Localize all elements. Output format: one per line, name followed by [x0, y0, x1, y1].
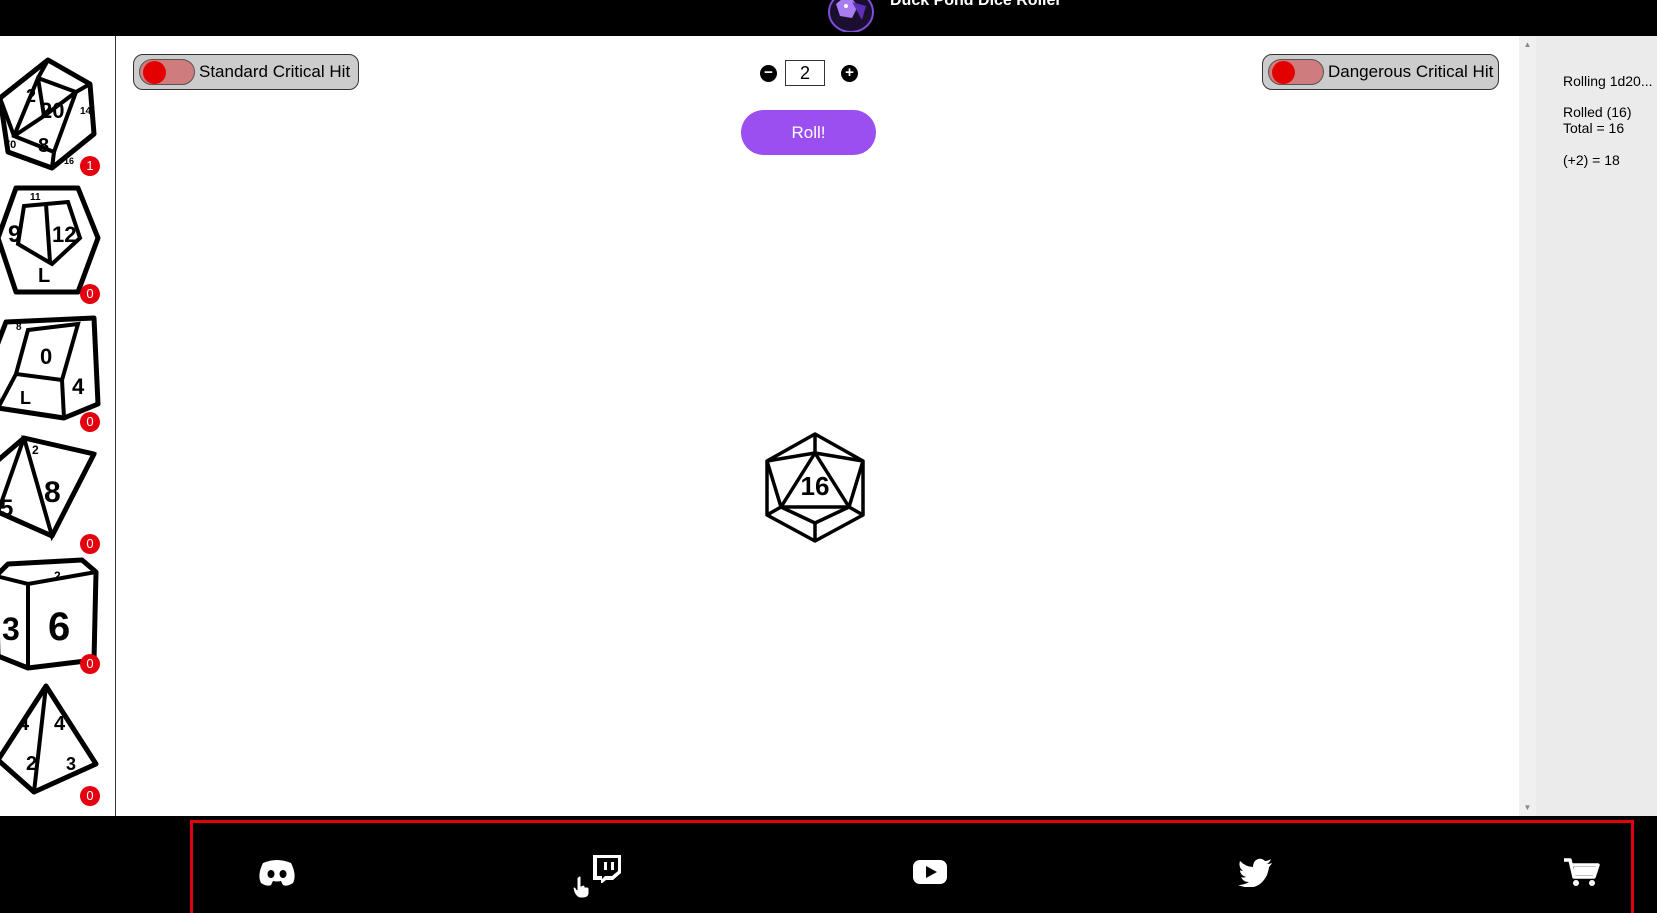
d10-count-badge: 0 [80, 412, 100, 432]
svg-text:4: 4 [72, 374, 85, 399]
log-line: Rolling 1d20... [1563, 73, 1653, 89]
d6-count-badge: 0 [80, 654, 100, 674]
d12-die-button[interactable]: 9 12 L 11 0 [0, 182, 110, 304]
svg-text:12: 12 [52, 222, 76, 247]
log-line: (+2) = 18 [1563, 152, 1620, 168]
d10-die-button[interactable]: 0 4 L 8 0 [0, 308, 110, 432]
d4-count-badge: 0 [80, 786, 100, 806]
twitch-icon[interactable] [587, 853, 627, 883]
switch-knob [143, 61, 166, 84]
hand-cursor-icon [572, 875, 590, 899]
d8-count-badge: 0 [80, 534, 100, 554]
discord-icon[interactable] [257, 857, 297, 887]
modifier-input[interactable] [785, 60, 825, 86]
svg-text:6: 6 [48, 605, 70, 649]
app-title: Duck Pond Dice Roller [890, 0, 1062, 9]
twitter-icon[interactable] [1236, 857, 1276, 887]
svg-text:8: 8 [38, 135, 49, 157]
svg-text:2: 2 [26, 86, 36, 106]
d10-icon: 0 4 L 8 [0, 315, 101, 421]
dangerous-crit-switch[interactable] [1268, 59, 1324, 85]
roll-button[interactable]: Roll! [741, 110, 876, 155]
scroll-up-arrow-icon[interactable]: ▲ [1519, 36, 1536, 53]
duck-wizard-logo [828, 0, 874, 32]
svg-text:16: 16 [64, 156, 74, 166]
d6-die-button[interactable]: 3 6 2 0 [0, 556, 110, 676]
svg-text:3: 3 [2, 611, 20, 647]
standard-crit-label: Standard Critical Hit [199, 62, 351, 81]
d12-count-badge: 0 [80, 284, 100, 304]
svg-text:11: 11 [30, 192, 41, 203]
modifier-minus-button[interactable]: − [760, 65, 777, 82]
d20-die-button[interactable]: 2 20 8 14 70 16 1 [0, 56, 110, 176]
svg-text:0: 0 [40, 344, 52, 369]
switch-knob [1272, 61, 1295, 84]
standard-crit-switch[interactable] [139, 59, 195, 85]
svg-text:2: 2 [26, 753, 37, 775]
log-line: Total = 16 [1563, 120, 1625, 136]
svg-text:70: 70 [4, 139, 16, 151]
modifier-plus-button[interactable]: + [841, 65, 858, 82]
svg-text:4: 4 [18, 713, 30, 735]
svg-text:14: 14 [80, 106, 92, 117]
dangerous-crit-toggle[interactable]: Dangerous Critical Hit [1262, 54, 1499, 90]
svg-text:4: 4 [54, 713, 66, 735]
youtube-icon[interactable] [910, 857, 950, 887]
top-bar: Duck Pond Dice Roller [0, 0, 1657, 36]
footer [0, 816, 1657, 913]
standard-crit-toggle[interactable]: Standard Critical Hit [133, 54, 359, 90]
roll-log-panel: Rolling 1d20... Rolled (16) Total = 16 (… [1536, 36, 1657, 816]
d4-die-button[interactable]: 4 4 2 3 0 [0, 682, 110, 806]
d20-count-badge: 1 [80, 156, 100, 176]
dangerous-crit-label: Dangerous Critical Hit [1328, 62, 1494, 81]
svg-text:3: 3 [66, 754, 76, 774]
d12-icon: 9 12 L 11 [0, 185, 101, 295]
main-scrollbar[interactable]: ▲ ▼ [1519, 36, 1536, 816]
scroll-down-arrow-icon[interactable]: ▼ [1519, 799, 1536, 816]
svg-text:8: 8 [16, 322, 22, 333]
d4-icon: 4 4 2 3 [0, 683, 99, 795]
svg-text:5: 5 [0, 495, 13, 522]
d8-icon: 8 5 2 [0, 435, 97, 542]
dice-sidebar: 2 20 8 14 70 16 1 9 12 L 11 0 0 4 L 8 0 … [0, 36, 116, 816]
log-line: Rolled (16) [1563, 104, 1632, 120]
result-die: 16 [759, 431, 871, 543]
cart-icon[interactable] [1562, 857, 1602, 887]
svg-text:20: 20 [40, 98, 64, 123]
roll-area: Standard Critical Hit − + Dangerous Crit… [117, 36, 1519, 816]
svg-text:9: 9 [8, 221, 21, 248]
svg-text:L: L [38, 265, 50, 287]
svg-text:L: L [20, 388, 31, 408]
svg-text:8: 8 [44, 476, 61, 509]
svg-text:2: 2 [54, 569, 61, 583]
d8-die-button[interactable]: 8 5 2 0 [0, 432, 110, 554]
svg-text:2: 2 [32, 443, 39, 457]
result-value: 16 [800, 471, 830, 501]
